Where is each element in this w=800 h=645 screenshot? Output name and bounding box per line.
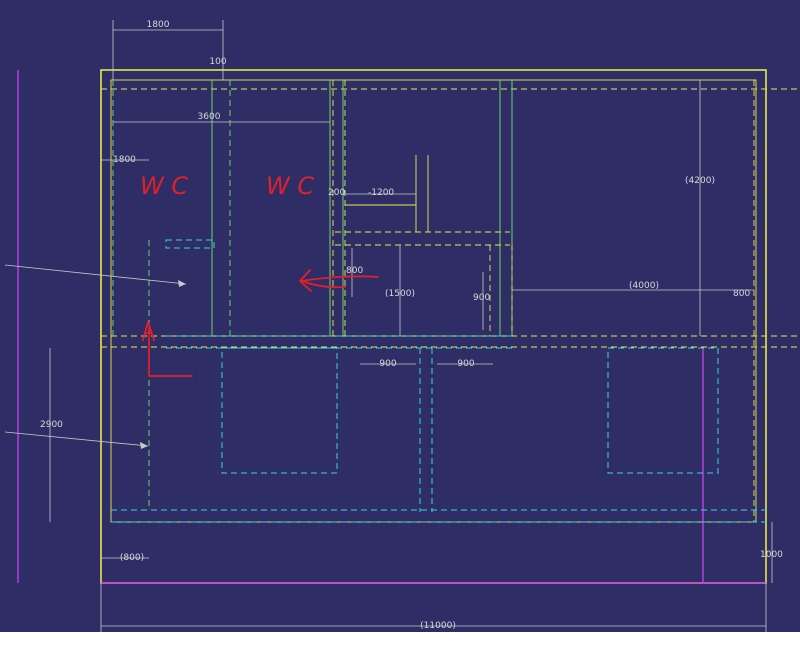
wc-label-right: W C [266, 172, 314, 200]
dim-1000: 1000 [760, 550, 783, 560]
cad-floor-plan: 1800 100 3600 1800 200 -1200 (4200) 800 … [0, 0, 800, 645]
dim-100-top: 100 [209, 57, 226, 67]
dim-1500: (1500) [385, 289, 415, 299]
dim-1200: -1200 [368, 188, 394, 198]
dim-2900: 2900 [40, 420, 63, 430]
dim-900-b: 900 [457, 359, 474, 369]
dim-800-bottom: (800) [120, 553, 144, 563]
wc-label-left: W C [140, 172, 188, 200]
dim-800-right: 800 [733, 289, 750, 299]
dim-200: 200 [328, 188, 345, 198]
dim-1800-left: 1800 [113, 155, 136, 165]
dim-1800-top: 1800 [147, 20, 170, 30]
dim-4200: (4200) [685, 176, 715, 186]
dim-3600: 3600 [198, 112, 221, 122]
dim-4000: (4000) [629, 281, 659, 291]
dim-900-v: 900 [473, 293, 490, 303]
dim-11000: (11000) [420, 621, 456, 631]
dim-900-a: 900 [379, 359, 396, 369]
dim-800-mid: 800 [346, 266, 363, 276]
